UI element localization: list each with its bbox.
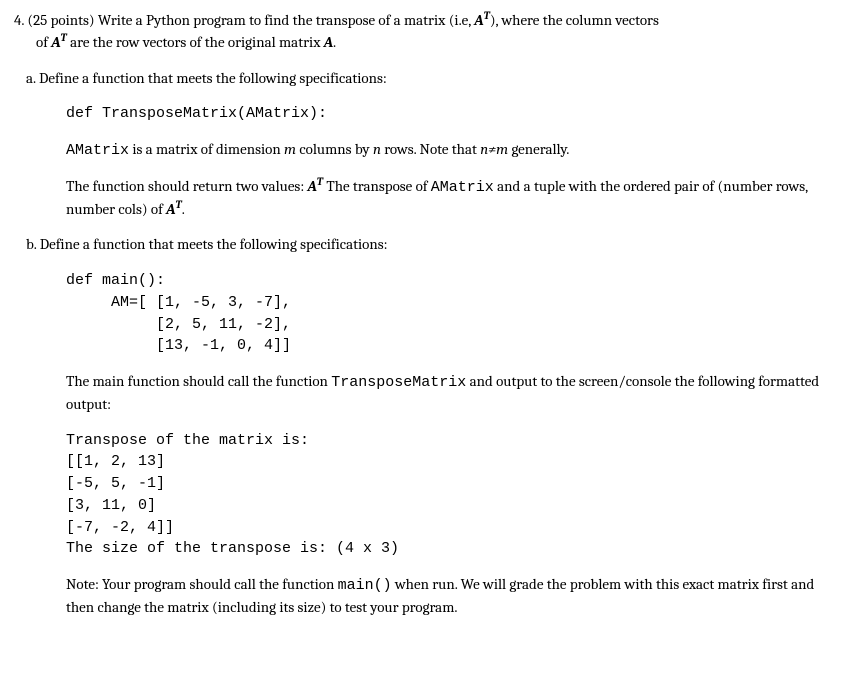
part-a-desc1: AMatrix is a matrix of dimension m colum… — [66, 139, 826, 162]
text: rows. Note that — [381, 140, 480, 158]
question-header: 4. (25 points) Write a Python program to… — [14, 10, 850, 54]
part-b-expected-output: Transpose of the matrix is: [[1, 2, 13] … — [66, 430, 850, 561]
text: The function should return two values: — [66, 177, 307, 195]
part-a-desc2: The function should return two values: A… — [66, 176, 826, 221]
question-line2-a: of — [36, 33, 51, 51]
text: Note: Your program should call the funct… — [66, 575, 338, 593]
text: is a matrix of dimension — [129, 140, 284, 158]
part-a-label: a. Define a function that meets the foll… — [26, 68, 850, 90]
question-text-a: Write a Python program to find the trans… — [95, 11, 475, 29]
AT-symbol-2: AT — [51, 33, 67, 51]
amatrix-token: AMatrix — [66, 142, 129, 159]
A-symbol: A — [324, 33, 333, 51]
AT-symbol-4: AT — [166, 200, 182, 218]
question-points: (25 points) — [27, 11, 94, 29]
n-neq-m: n≠m — [480, 140, 508, 158]
text: . — [182, 200, 185, 218]
text: columns by — [296, 140, 373, 158]
text: generally. — [508, 140, 569, 158]
AT-symbol-3: AT — [307, 177, 323, 195]
part-b-code: def main(): AM=[ [1, -5, 3, -7], [2, 5, … — [66, 270, 850, 357]
question-line2-b: are the row vectors of the original matr… — [67, 33, 324, 51]
text: The transpose of — [323, 177, 431, 195]
question-number: 4. — [14, 11, 24, 29]
m-var: m — [284, 140, 296, 158]
main-token: main() — [338, 577, 392, 594]
n-var: n — [373, 140, 381, 158]
text: The main function should call the functi… — [66, 372, 331, 390]
AT-symbol-1: AT — [474, 11, 490, 29]
question-text-b: ), where the column vectors — [490, 11, 659, 29]
amatrix-token-2: AMatrix — [431, 179, 494, 196]
part-b-label: b. Define a function that meets the foll… — [26, 234, 850, 256]
part-b-note: Note: Your program should call the funct… — [66, 574, 826, 619]
part-b-desc: The main function should call the functi… — [66, 371, 826, 416]
part-a-function-signature: def TransposeMatrix(AMatrix): — [66, 103, 850, 125]
question-line2-period: . — [333, 33, 336, 51]
transposematrix-token: TransposeMatrix — [331, 374, 466, 391]
